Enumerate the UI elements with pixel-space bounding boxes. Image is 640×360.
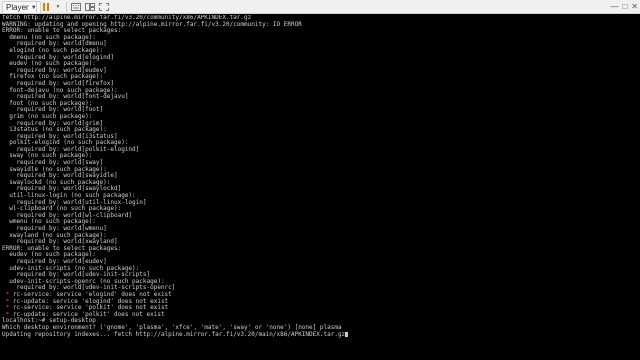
window-controls: — □ ✕ bbox=[610, 1, 638, 12]
terminal-line: required by: world[polkit-elogind] bbox=[2, 146, 638, 154]
terminal-line: Updating repository indexes... fetch htt… bbox=[2, 330, 638, 339]
terminal-console[interactable]: fetch http://alpine.mirror.far.fi/v3.20/… bbox=[2, 15, 638, 358]
vm-player-toolbar: Player ▼ ▼ — □ ✕ bbox=[0, 0, 640, 14]
pause-button[interactable] bbox=[40, 1, 52, 12]
fullscreen-button[interactable] bbox=[98, 1, 110, 12]
pause-menu-button[interactable]: ▼ bbox=[52, 1, 64, 12]
terminal-line: required by: world[font-dejavu] bbox=[2, 93, 638, 101]
terminal-line: * rc-update: service 'polkit' does not e… bbox=[2, 311, 638, 319]
player-menu-label: Player bbox=[6, 3, 29, 12]
toolbar-divider bbox=[36, 2, 37, 12]
terminal-line: ERROR: unable to select packages: bbox=[2, 245, 638, 253]
fullscreen-icon bbox=[99, 2, 109, 11]
terminal-line: required by: world[foot] bbox=[2, 107, 638, 114]
player-menu-button[interactable]: Player ▼ bbox=[2, 1, 41, 14]
chevron-down-icon: ▼ bbox=[55, 3, 61, 10]
terminal-line: ERROR: unable to select packages: bbox=[2, 27, 638, 35]
pause-icon bbox=[43, 2, 49, 11]
maximize-icon[interactable]: □ bbox=[622, 2, 627, 11]
terminal-cursor bbox=[345, 331, 349, 337]
terminal-line-text: Updating repository indexes... fetch htt… bbox=[2, 330, 346, 338]
close-icon[interactable]: ✕ bbox=[631, 2, 638, 11]
keyboard-icon bbox=[71, 2, 81, 11]
library-icon bbox=[85, 2, 95, 11]
library-button[interactable] bbox=[84, 1, 96, 12]
toolbar-divider bbox=[66, 2, 67, 12]
minimize-icon[interactable]: — bbox=[610, 2, 618, 11]
send-ctrl-alt-del-button[interactable] bbox=[70, 1, 82, 12]
terminal-line: required by: world[elogind] bbox=[2, 54, 638, 62]
terminal-line: required by: world[wl-clipboard] bbox=[2, 212, 638, 220]
